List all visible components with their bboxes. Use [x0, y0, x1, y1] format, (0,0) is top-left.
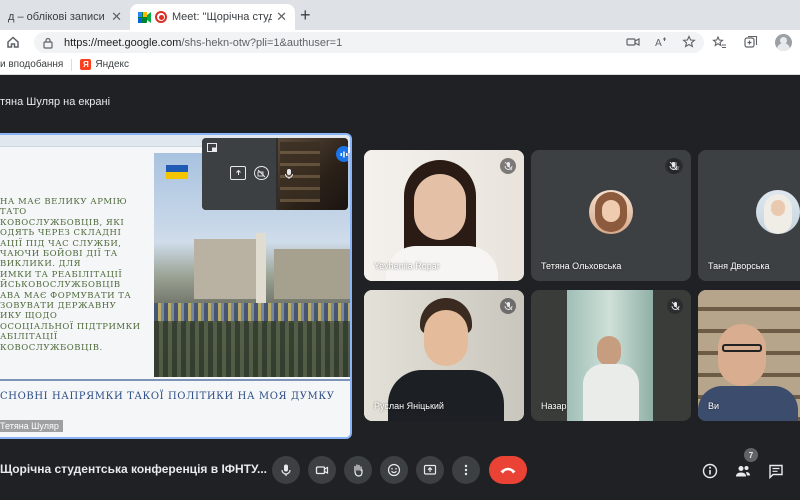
add-favorite-icon[interactable] — [682, 35, 696, 49]
photo-monument — [256, 233, 266, 303]
participant-name: Yevheniia Ropar — [374, 261, 440, 271]
flag-icon-lower — [166, 172, 188, 179]
muted-icon — [500, 298, 516, 314]
participant-tile[interactable]: Назар — [531, 290, 691, 421]
participant-tile[interactable]: Руслан Яніцький — [364, 290, 524, 421]
address-bar: https://meet.google.com/shs-hekn-otw?pli… — [0, 30, 800, 55]
participant-name: Назар — [541, 401, 567, 411]
mic-icon — [285, 169, 293, 179]
tab-google-accounts[interactable]: д – облікові записи Google ✕ — [0, 4, 130, 30]
participant-face — [718, 324, 766, 386]
people-icon[interactable] — [735, 463, 751, 479]
slide-body-text: НА МАЄ ВЕЛИКУ АРМІЮ ТАТО КОВОСЛУЖБОВЦІВ,… — [0, 197, 141, 353]
slide-heading: СНОВНІ НАПРЯМКИ ТАКОЇ ПОЛІТИКИ НА МОЯ ДУ… — [0, 391, 335, 402]
reactions-button[interactable] — [380, 456, 408, 484]
present-button[interactable] — [230, 166, 246, 180]
muted-icon — [665, 158, 681, 174]
muted-icon — [667, 298, 683, 314]
participant-tile[interactable]: Yevheniia Ropar — [364, 150, 524, 281]
meet-stage: тяна Шуляр на екрані НА МАЄ ВЕЛИКУ АРМІЮ… — [0, 76, 800, 500]
participant-face — [424, 310, 468, 366]
participant-shirt — [388, 370, 504, 421]
camera-off-icon — [257, 169, 266, 177]
new-tab-icon[interactable]: + — [300, 6, 311, 24]
self-view-panel[interactable] — [202, 138, 348, 210]
close-tab-icon[interactable]: ✕ — [111, 9, 122, 25]
raise-hand-button[interactable] — [344, 456, 372, 484]
participant-glasses — [722, 344, 762, 352]
bookmark-label: Яндекс — [95, 59, 129, 70]
url-field[interactable]: https://meet.google.com/shs-hekn-otw?pli… — [34, 32, 704, 53]
yandex-icon: Я — [80, 59, 92, 70]
participant-tile[interactable]: Ви — [698, 290, 800, 421]
flag-icon — [166, 165, 188, 172]
present-icon — [235, 169, 241, 175]
favorites-icon[interactable] — [712, 35, 727, 50]
participant-shirt — [583, 364, 639, 421]
participant-name: Тетяна Ольховська — [541, 261, 622, 271]
photo-building — [274, 249, 350, 299]
meeting-details-icon[interactable] — [702, 463, 718, 479]
bookmark-divider — [71, 58, 73, 71]
photo-soldiers — [154, 321, 350, 377]
profile-avatar[interactable] — [775, 34, 792, 51]
url-text: https://meet.google.com/shs-hekn-otw?pli… — [64, 37, 342, 49]
hang-up-icon — [500, 467, 516, 474]
tab-meet[interactable]: Meet: "Щорічна студентсь ✕ — [130, 4, 295, 30]
participant-face — [597, 336, 621, 366]
bookmark-label: и вподобання — [0, 59, 64, 70]
bookmark-yandex[interactable]: Я Яндекс — [80, 59, 129, 70]
bookmark-favorites[interactable]: и вподобання — [0, 59, 63, 70]
leave-call-button[interactable] — [489, 456, 527, 484]
present-screen-button[interactable] — [416, 456, 444, 484]
camera-permission-icon[interactable] — [626, 35, 640, 49]
url-path: /shs-hekn-otw?pli=1&authuser=1 — [181, 36, 343, 49]
muted-icon — [500, 158, 516, 174]
picture-in-picture-icon[interactable] — [207, 143, 217, 152]
participant-avatar — [589, 190, 633, 234]
raise-hand-icon — [354, 464, 363, 477]
meeting-title: Щорічна студентська конференція в ІФНТУ.… — [0, 462, 267, 476]
tab-title: Meet: "Щорічна студентсь — [172, 11, 273, 23]
emoji-icon — [387, 463, 401, 477]
svg-text:A: A — [655, 38, 662, 49]
close-tab-icon[interactable]: ✕ — [276, 9, 287, 25]
tab-strip: д – облікові записи Google ✕ Meet: "Щорі… — [0, 0, 800, 30]
presenting-label: тяна Шуляр на екрані — [0, 96, 111, 108]
meet-favicon-icon — [138, 11, 151, 23]
camera-icon — [315, 466, 329, 475]
read-aloud-icon[interactable]: A — [654, 35, 668, 49]
presenter-name: Тетяна Шуляр — [0, 420, 63, 432]
participant-name: Таня Дворська — [708, 261, 770, 271]
url-host: https://meet.google.com — [64, 36, 182, 49]
collections-icon[interactable] — [743, 35, 758, 50]
mic-icon — [281, 464, 291, 476]
camera-button[interactable] — [308, 456, 336, 484]
participant-tile[interactable]: Таня Дворська — [698, 150, 800, 281]
camera-off-button[interactable] — [254, 166, 269, 180]
tab-title: д – облікові записи Google — [8, 11, 107, 23]
chat-icon[interactable] — [768, 463, 784, 479]
more-vert-icon — [464, 464, 468, 476]
lock-icon[interactable] — [42, 37, 54, 49]
self-view-presenting — [202, 138, 276, 210]
photo-crowd — [154, 303, 350, 323]
participant-name: Ви — [708, 401, 720, 411]
recording-icon — [155, 11, 167, 23]
photo-building — [194, 239, 264, 299]
more-options-button[interactable] — [452, 456, 480, 484]
home-icon[interactable] — [5, 34, 21, 50]
people-count-badge: 7 — [744, 448, 758, 462]
participant-name: Руслан Яніцький — [374, 401, 444, 411]
speaking-indicator-icon — [336, 146, 348, 162]
slide-divider — [0, 379, 350, 381]
bookmarks-bar: и вподобання Я Яндекс — [0, 55, 800, 75]
participant-avatar — [756, 190, 800, 234]
present-icon — [423, 464, 437, 475]
participant-face — [414, 174, 466, 240]
microphone-button[interactable] — [272, 456, 300, 484]
